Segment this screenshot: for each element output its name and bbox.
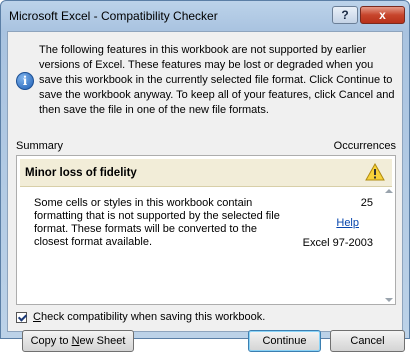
- continue-button[interactable]: Continue: [248, 330, 321, 352]
- cancel-button[interactable]: Cancel: [330, 330, 405, 352]
- scrollbar[interactable]: [383, 187, 395, 304]
- help-icon: ?: [341, 8, 349, 22]
- issues-list[interactable]: Minor loss of fidelity Some cells or sty…: [16, 155, 396, 305]
- file-format-label: Excel 97-2003: [302, 237, 373, 249]
- issue-description: Some cells or styles in this workbook co…: [34, 197, 280, 248]
- warning-icon: [365, 163, 385, 181]
- occurrences-label: Occurrences: [333, 140, 396, 152]
- check-compatibility-checkbox[interactable]: [16, 311, 27, 323]
- summary-label: Summary: [16, 140, 64, 152]
- copy-label-rest: ew Sheet: [79, 335, 126, 347]
- compatibility-checker-dialog: Microsoft Excel - Compatibility Checker …: [0, 0, 410, 352]
- close-button[interactable]: x: [360, 6, 405, 24]
- window-title: Microsoft Excel - Compatibility Checker: [9, 9, 218, 23]
- close-icon: x: [379, 8, 386, 22]
- check-compatibility-label[interactable]: Check compatibility when saving this wor…: [33, 311, 265, 323]
- issue-title: Minor loss of fidelity: [25, 167, 137, 179]
- help-link[interactable]: Help: [336, 217, 359, 229]
- check-compatibility-row[interactable]: Check compatibility when saving this wor…: [16, 311, 265, 323]
- check-label-rest: heck compatibility when saving this work…: [40, 311, 266, 323]
- intro-text: The following features in this workbook …: [39, 44, 395, 116]
- dialog-body: i The following features in this workboo…: [7, 31, 405, 352]
- help-button[interactable]: ?: [332, 6, 358, 24]
- copy-label-prefix: Copy to: [30, 335, 72, 347]
- title-bar[interactable]: Microsoft Excel - Compatibility Checker …: [1, 1, 409, 29]
- check-label-accelerator: C: [33, 311, 41, 323]
- scroll-down-icon[interactable]: [385, 298, 393, 302]
- info-icon: i: [16, 72, 34, 90]
- copy-label-accelerator: N: [71, 335, 80, 347]
- issue-header: Minor loss of fidelity: [20, 159, 392, 187]
- occurrence-count: 25: [360, 197, 373, 209]
- scroll-up-icon[interactable]: [385, 189, 393, 193]
- copy-to-new-sheet-button[interactable]: Copy to New Sheet: [22, 330, 134, 352]
